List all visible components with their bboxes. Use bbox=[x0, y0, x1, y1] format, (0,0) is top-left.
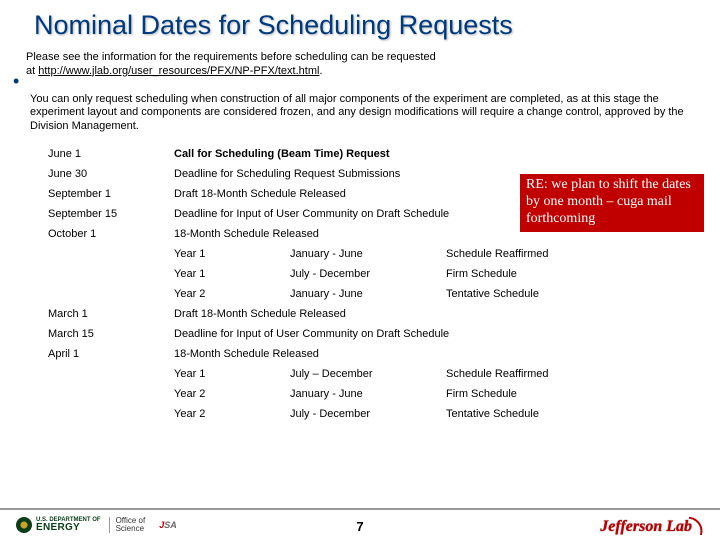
status-cell: Tentative Schedule bbox=[446, 404, 688, 424]
status-cell: Tentative Schedule bbox=[446, 284, 688, 304]
swoosh-icon bbox=[686, 516, 705, 535]
status-cell: Schedule Reaffirmed bbox=[446, 244, 688, 264]
doe-logo: U.S. DEPARTMENT OF ENERGY bbox=[16, 517, 101, 533]
date-cell: September 15 bbox=[48, 204, 174, 224]
jsa-logo: JSA bbox=[153, 520, 177, 530]
months-cell: July - December bbox=[290, 264, 446, 284]
sub-row: Year 2January - JuneTentative Schedule bbox=[48, 284, 688, 304]
date-cell: June 1 bbox=[48, 144, 174, 164]
intro-link[interactable]: http://www.jlab.org/user_resources/PFX/N… bbox=[38, 65, 319, 77]
desc-cell: Call for Scheduling (Beam Time) Request bbox=[174, 144, 688, 164]
jlab-logo: Jefferson Lab bbox=[600, 515, 704, 536]
intro-line1: Please see the information for the requi… bbox=[26, 51, 436, 63]
sub-row: Year 1July – DecemberSchedule Reaffirmed bbox=[48, 364, 688, 384]
footer-left: U.S. DEPARTMENT OF ENERGY Office of Scie… bbox=[16, 517, 177, 534]
date-cell: June 30 bbox=[48, 164, 174, 184]
intro-paragraph: Please see the information for the requi… bbox=[0, 41, 720, 79]
doe-seal-icon bbox=[16, 517, 32, 533]
months-cell: January - June bbox=[290, 284, 446, 304]
page-number: 7 bbox=[356, 519, 363, 534]
body-paragraph: You can only request scheduling when con… bbox=[0, 79, 720, 134]
sub-row: Year 2July - DecemberTentative Schedule bbox=[48, 404, 688, 424]
sub-row: Year 2January - JuneFirm Schedule bbox=[48, 384, 688, 404]
status-cell: Firm Schedule bbox=[446, 384, 688, 404]
months-cell: January - June bbox=[290, 244, 446, 264]
months-cell: January - June bbox=[290, 384, 446, 404]
year-cell: Year 1 bbox=[174, 244, 290, 264]
status-cell: Schedule Reaffirmed bbox=[446, 364, 688, 384]
year-cell: Year 1 bbox=[174, 364, 290, 384]
status-cell: Firm Schedule bbox=[446, 264, 688, 284]
intro-line2-suffix: . bbox=[319, 65, 322, 77]
office-label: Office of Science bbox=[109, 517, 146, 534]
months-cell: July – December bbox=[290, 364, 446, 384]
date-cell: March 1 bbox=[48, 304, 174, 324]
doe-bottom: ENERGY bbox=[36, 523, 101, 533]
date-cell: September 1 bbox=[48, 184, 174, 204]
slide-title: Nominal Dates for Scheduling Requests bbox=[0, 0, 720, 41]
desc-cell: Deadline for Input of User Community on … bbox=[174, 324, 688, 344]
year-cell: Year 2 bbox=[174, 284, 290, 304]
jlab-text: Jefferson Lab bbox=[600, 518, 692, 535]
callout-box: RE: we plan to shift the dates by one mo… bbox=[520, 174, 704, 232]
desc-cell: 18-Month Schedule Released bbox=[174, 344, 688, 364]
date-cell: April 1 bbox=[48, 344, 174, 364]
intro-line2-prefix: at bbox=[26, 65, 38, 77]
table-row: April 118-Month Schedule Released bbox=[48, 344, 688, 364]
table-row: March 1Draft 18-Month Schedule Released bbox=[48, 304, 688, 324]
bullet-dot: • bbox=[13, 71, 19, 92]
date-cell: March 15 bbox=[48, 324, 174, 344]
office-l2: Science bbox=[116, 524, 144, 533]
year-cell: Year 2 bbox=[174, 384, 290, 404]
sub-row: Year 1July - DecemberFirm Schedule bbox=[48, 264, 688, 284]
date-cell: October 1 bbox=[48, 224, 174, 244]
jsa-text: SA bbox=[164, 520, 177, 530]
desc-cell: Draft 18-Month Schedule Released bbox=[174, 304, 688, 324]
table-row: March 15Deadline for Input of User Commu… bbox=[48, 324, 688, 344]
sub-row: Year 1January - JuneSchedule Reaffirmed bbox=[48, 244, 688, 264]
months-cell: July - December bbox=[290, 404, 446, 424]
year-cell: Year 2 bbox=[174, 404, 290, 424]
year-cell: Year 1 bbox=[174, 264, 290, 284]
table-row: June 1Call for Scheduling (Beam Time) Re… bbox=[48, 144, 688, 164]
